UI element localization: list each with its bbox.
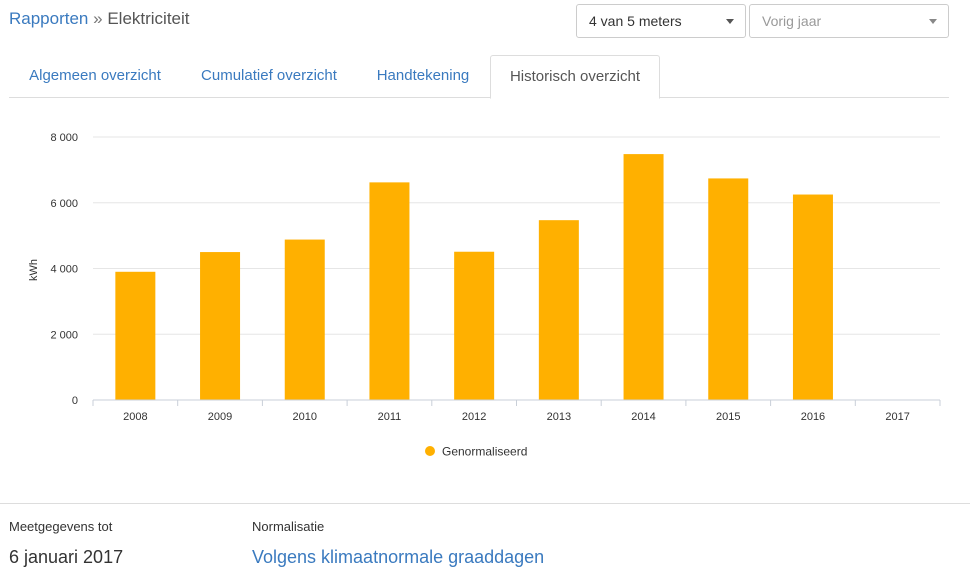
- chart-legend[interactable]: Genormaliseerd: [425, 445, 527, 459]
- y-axis-title: kWh: [28, 259, 40, 281]
- chevron-down-icon: [726, 19, 734, 24]
- period-select-placeholder: Vorig jaar: [762, 13, 822, 29]
- breadcrumb: Rapporten » Elektriciteit: [9, 8, 190, 30]
- x-tick-label: 2017: [885, 411, 909, 423]
- history-bar-chart: 02 0004 0006 0008 000 kWh 2008 2009 2010 20…: [28, 132, 941, 459]
- bar-2010[interactable]: [284, 239, 325, 400]
- tab-handtekening[interactable]: Handtekening: [357, 55, 489, 98]
- x-tick-label: 2016: [801, 411, 825, 423]
- bar-2015[interactable]: [708, 178, 749, 400]
- bar-2016[interactable]: [792, 194, 833, 400]
- x-tick-label: 2008: [123, 411, 147, 423]
- meter-select-value: 4 van 5 meters: [589, 13, 682, 29]
- bar-2012[interactable]: [454, 251, 495, 400]
- y-tick-label: 4 000: [50, 264, 78, 276]
- measurement-info: Meetgegevens tot 6 januari 2017: [9, 519, 123, 569]
- legend-marker-genormaliseerd: [425, 446, 435, 456]
- y-tick-label: 6 000: [50, 198, 78, 210]
- x-axis-ticks: 2008 2009 2010 2011 2012 2013 2014 2015 2016 2017: [92, 400, 941, 423]
- x-tick-label: 2009: [208, 411, 232, 423]
- x-tick-label: 2010: [293, 411, 317, 423]
- y-tick-label: 8 000: [50, 132, 78, 144]
- tab-algemeen-overzicht[interactable]: Algemeen overzicht: [9, 55, 181, 98]
- chevron-down-icon: [929, 19, 937, 24]
- x-tick-label: 2013: [547, 411, 571, 423]
- bar-2013[interactable]: [538, 220, 579, 400]
- meter-select[interactable]: 4 van 5 meters: [576, 4, 746, 38]
- breadcrumb-rapporten-link[interactable]: Rapporten: [9, 9, 88, 28]
- report-tabs: Algemeen overzicht Cumulatief overzicht …: [9, 55, 949, 99]
- measurement-label: Meetgegevens tot: [9, 519, 113, 534]
- y-axis-ticks: 0 2 000 4 000 6 000 8 000: [50, 132, 78, 407]
- bar-2011[interactable]: [369, 182, 410, 400]
- normalization-label: Normalisatie: [252, 519, 325, 534]
- measurement-date: 6 januari 2017: [9, 547, 124, 567]
- x-tick-label: 2015: [716, 411, 740, 423]
- bar-2014[interactable]: [623, 154, 664, 400]
- y-tick-label: 2 000: [50, 329, 78, 341]
- section-divider: [0, 503, 970, 504]
- normalization-link[interactable]: Volgens klimaatnormale graaddagen: [252, 545, 544, 569]
- breadcrumb-separator: »: [93, 9, 103, 28]
- y-tick-label: 0: [72, 395, 78, 407]
- x-tick-label: 2012: [462, 411, 486, 423]
- x-tick-label: 2014: [631, 411, 655, 423]
- bar-2009[interactable]: [200, 252, 241, 400]
- tab-historisch-overzicht[interactable]: Historisch overzicht: [490, 55, 660, 99]
- legend-label-genormaliseerd: Genormaliseerd: [442, 445, 527, 459]
- chart-bars: [115, 154, 833, 400]
- bar-2008[interactable]: [115, 271, 156, 400]
- normalization-info: Normalisatie Volgens klimaatnormale graa…: [252, 519, 544, 569]
- breadcrumb-current: Elektriciteit: [107, 9, 190, 28]
- period-select[interactable]: Vorig jaar: [749, 4, 949, 38]
- x-tick-label: 2011: [378, 411, 402, 423]
- tab-cumulatief-overzicht[interactable]: Cumulatief overzicht: [181, 55, 357, 98]
